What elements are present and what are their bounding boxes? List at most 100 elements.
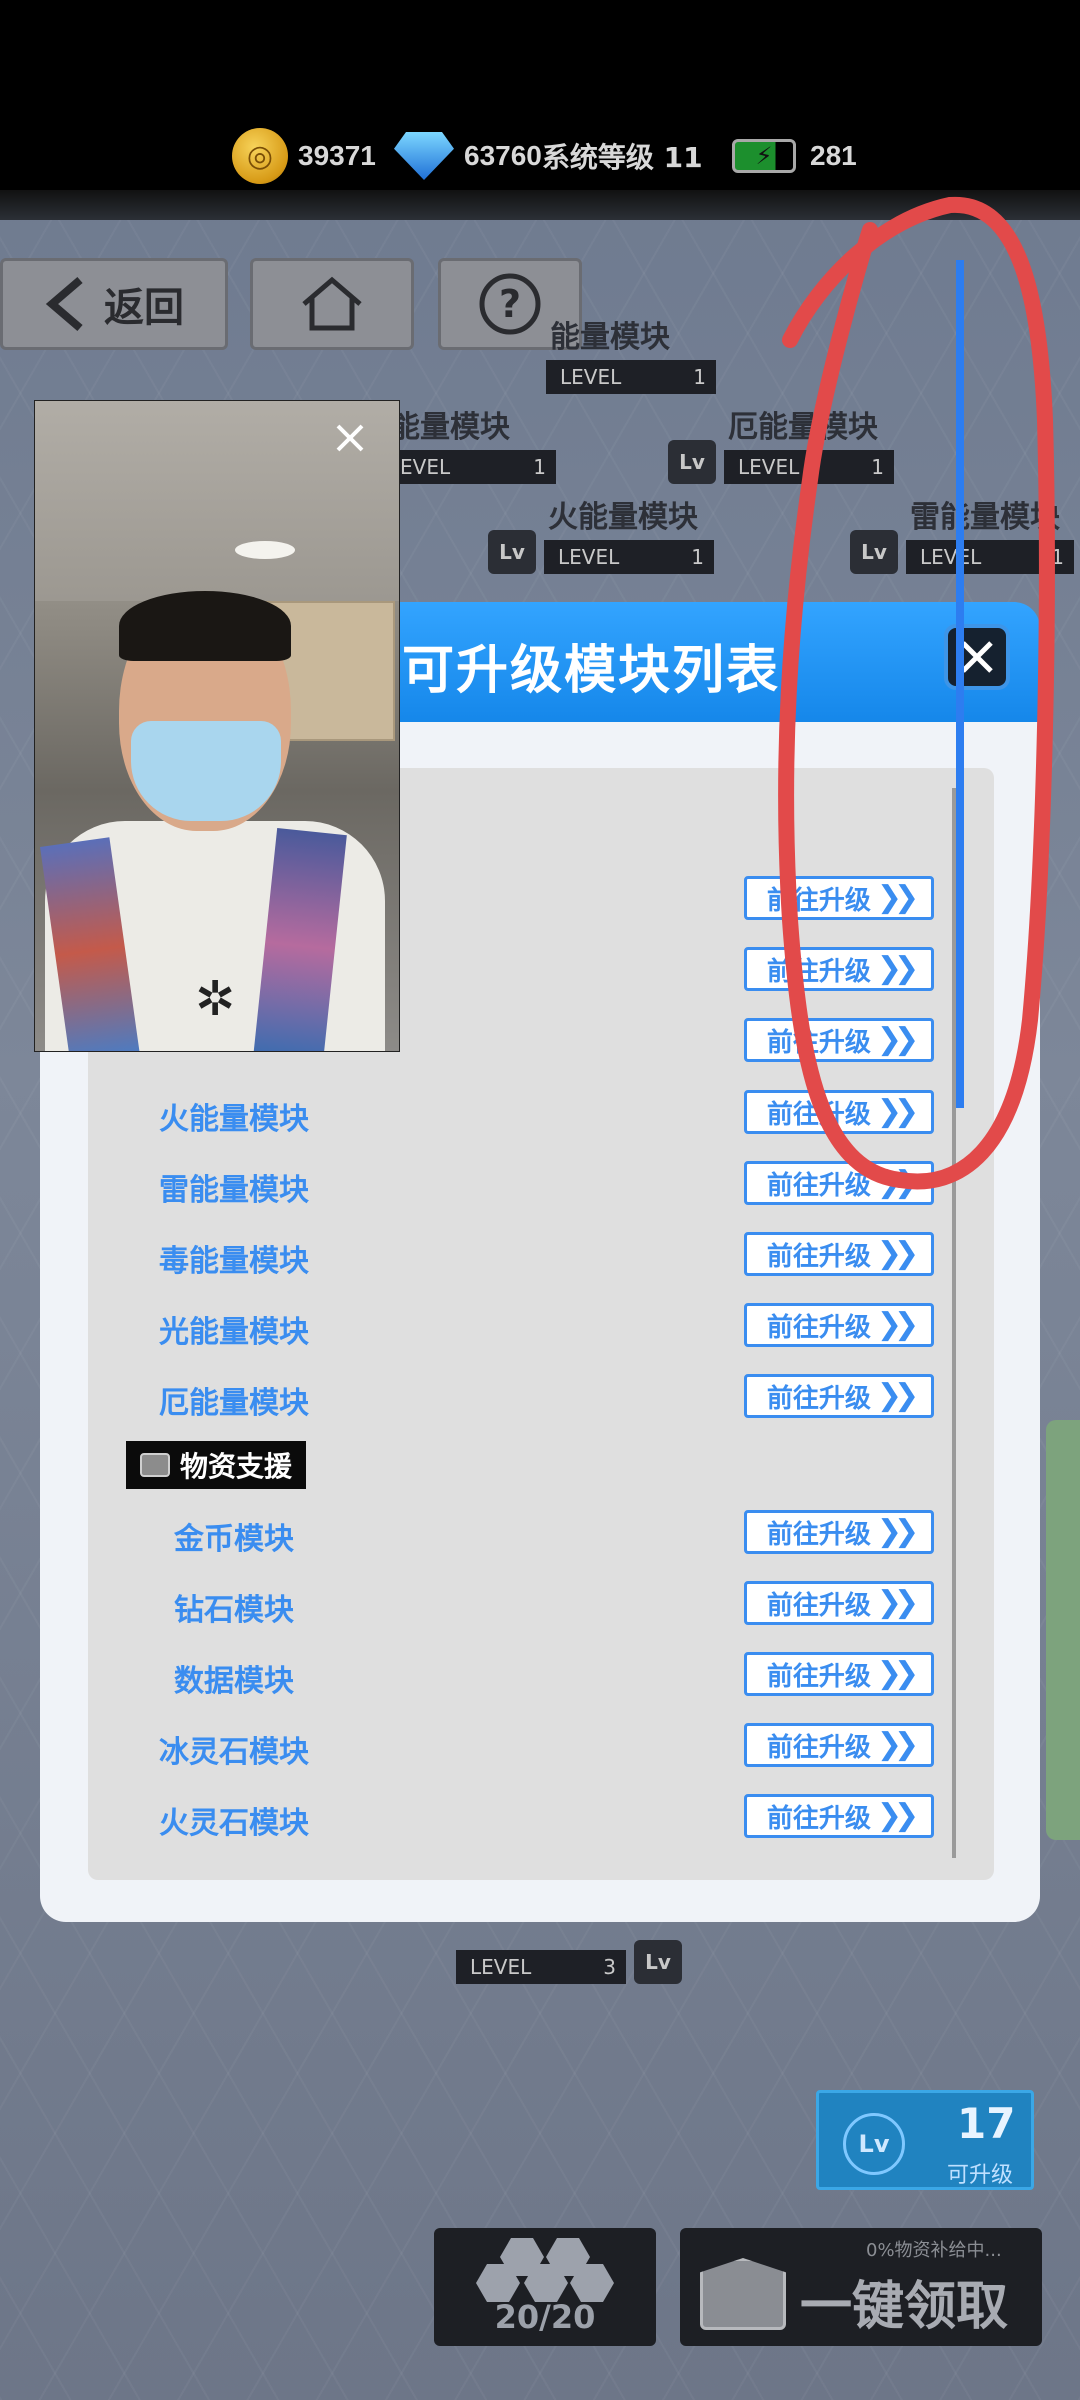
- header-edge: [0, 190, 1080, 220]
- upgradeable-count: 17: [957, 2099, 1016, 2148]
- energy-battery-icon: ⚡: [732, 139, 796, 173]
- claim-all-label: 一键领取: [800, 2277, 1009, 2337]
- double-chevron-right-icon: ❯❯: [876, 1514, 919, 1549]
- go-upgrade-button[interactable]: 前往升级 ❯❯: [744, 1723, 934, 1767]
- go-upgrade-label: 前往升级: [766, 1312, 871, 1343]
- double-chevron-right-icon: ❯❯: [876, 1378, 919, 1413]
- module-name: 光能量模块: [159, 1315, 309, 1350]
- go-upgrade-button[interactable]: 前往升级 ❯❯: [744, 1374, 934, 1418]
- double-chevron-right-icon: ❯❯: [876, 951, 919, 986]
- go-upgrade-label: 前往升级: [766, 1241, 871, 1272]
- bg-module-name: 能量模块: [550, 320, 670, 355]
- supply-box-icon: [140, 1453, 170, 1477]
- go-upgrade-label: 前往升级: [766, 1099, 871, 1130]
- go-upgrade-button[interactable]: 前往升级 ❯❯: [744, 876, 934, 920]
- bg-module-tag[interactable]: Lv LEVEL3 Lv: [400, 1940, 690, 1984]
- home-icon: [302, 276, 362, 331]
- bg-module-level: LEVEL 1: [544, 540, 714, 574]
- module-name: 火灵石模块: [159, 1806, 309, 1841]
- bg-module-level: LEVEL 1: [546, 360, 716, 394]
- go-upgrade-button[interactable]: 前往升级 ❯❯: [744, 1510, 934, 1554]
- module-name: 雷能量模块: [159, 1173, 309, 1208]
- double-chevron-right-icon: ❯❯: [876, 1585, 919, 1620]
- double-chevron-right-icon: ❯❯: [876, 1165, 919, 1200]
- diamond-value: 63760: [464, 140, 542, 171]
- bg-module-level: LEVEL 3: [456, 1950, 626, 1984]
- go-upgrade-button[interactable]: 前往升级 ❯❯: [744, 1161, 934, 1205]
- double-chevron-right-icon: ❯❯: [876, 1656, 919, 1691]
- hex-slot-counter[interactable]: 20/20: [434, 2228, 656, 2346]
- module-name: 数据模块: [174, 1664, 294, 1699]
- bg-module-tag[interactable]: Lv 能量模块 LEVEL1: [490, 320, 716, 394]
- go-upgrade-button[interactable]: 前往升级 ❯❯: [744, 1018, 934, 1062]
- back-label: 返回: [104, 285, 184, 331]
- go-upgrade-button[interactable]: 前往升级 ❯❯: [744, 1794, 934, 1838]
- bg-module-tag[interactable]: Lv 厄能量模块 LEVEL 1: [668, 410, 894, 484]
- supply-section-label: 物资支援: [126, 1441, 306, 1489]
- go-upgrade-label: 前往升级: [766, 1383, 871, 1414]
- go-upgrade-button[interactable]: 前往升级 ❯❯: [744, 947, 934, 991]
- video-person-mask: [131, 721, 281, 821]
- bg-module-name: 厄能量模块: [728, 410, 878, 445]
- status-bar: ◎ 39371 63760 系统等级 11 ⚡ 281: [0, 0, 1080, 200]
- lv-badge-icon: Lv: [850, 530, 898, 574]
- gold-value: 39371: [298, 140, 376, 171]
- go-upgrade-label: 前往升级: [766, 1803, 871, 1834]
- module-name: 毒能量模块: [159, 1244, 309, 1279]
- bg-module-name: 雷能量模块: [910, 500, 1060, 535]
- module-name: 钻石模块: [174, 1593, 294, 1628]
- bg-module-level: LEVEL 1: [906, 540, 1074, 574]
- module-name: 金币模块: [174, 1522, 294, 1557]
- claim-all-button[interactable]: 0%物资补给中... 一键领取: [680, 2228, 1042, 2346]
- back-button[interactable]: 返回: [0, 258, 228, 350]
- modal-close-button[interactable]: [944, 624, 1010, 690]
- supply-status: 0%物资补给中...: [866, 2240, 1002, 2261]
- bg-module-level: EVEL 1: [386, 450, 556, 484]
- lv-badge-icon: Lv: [634, 1940, 682, 1984]
- energy-value: 281: [810, 140, 857, 171]
- double-chevron-right-icon: ❯❯: [876, 1727, 919, 1762]
- gold-coin-icon: ◎: [232, 128, 288, 184]
- double-chevron-right-icon: ❯❯: [876, 1236, 919, 1271]
- go-upgrade-button[interactable]: 前往升级 ❯❯: [744, 1652, 934, 1696]
- go-upgrade-label: 前往升级: [766, 956, 871, 987]
- upgradeable-card[interactable]: Lv 17 可升级: [816, 2090, 1034, 2190]
- energy-counter: ⚡ 281: [732, 128, 857, 184]
- go-upgrade-button[interactable]: 前往升级 ❯❯: [744, 1303, 934, 1347]
- lv-badge-icon: Lv: [488, 530, 536, 574]
- bg-module-name: 能量模块: [390, 410, 510, 445]
- video-close-button[interactable]: [330, 418, 370, 458]
- double-chevron-right-icon: ❯❯: [876, 1798, 919, 1833]
- go-upgrade-label: 前往升级: [766, 1661, 871, 1692]
- home-button[interactable]: [250, 258, 414, 350]
- module-name: 火能量模块: [159, 1102, 309, 1137]
- go-upgrade-button[interactable]: 前往升级 ❯❯: [744, 1090, 934, 1134]
- lv-badge-icon: Lv: [668, 440, 716, 484]
- side-panel-edge: [1046, 1420, 1080, 1840]
- modal-title: 可升级模块列表: [402, 641, 781, 701]
- diamond-counter: 63760 系统等级 11: [394, 128, 703, 184]
- shirt-logo-icon: ✲: [195, 971, 236, 1027]
- annotation-blue-line: [956, 260, 964, 1108]
- upgradeable-label: 可升级: [947, 2163, 1014, 2188]
- help-icon: ?: [479, 273, 541, 335]
- go-upgrade-label: 前往升级: [766, 1170, 871, 1201]
- video-person-hair: [119, 591, 291, 661]
- go-upgrade-button[interactable]: 前往升级 ❯❯: [744, 1581, 934, 1625]
- hex-count: 20/20: [494, 2298, 596, 2336]
- bg-module-level: LEVEL 1: [724, 450, 894, 484]
- svg-text:?: ?: [499, 282, 521, 326]
- video-call-overlay[interactable]: ✲: [34, 400, 400, 1052]
- supply-crate-icon: [700, 2258, 786, 2330]
- gold-counter: ◎ 39371: [232, 128, 376, 184]
- bg-module-name: 火能量模块: [548, 500, 698, 535]
- double-chevron-right-icon: ❯❯: [876, 1307, 919, 1342]
- system-level: 系统等级 11: [541, 141, 703, 174]
- lv-up-icon: Lv: [843, 2113, 905, 2175]
- go-upgrade-label: 前往升级: [766, 1590, 871, 1621]
- bg-module-tag[interactable]: Lv 火能量模块 LEVEL 1: [488, 500, 714, 574]
- go-upgrade-button[interactable]: 前往升级 ❯❯: [744, 1232, 934, 1276]
- go-upgrade-label: 前往升级: [766, 1519, 871, 1550]
- go-upgrade-label: 前往升级: [766, 1027, 871, 1058]
- diamond-icon: [394, 132, 454, 180]
